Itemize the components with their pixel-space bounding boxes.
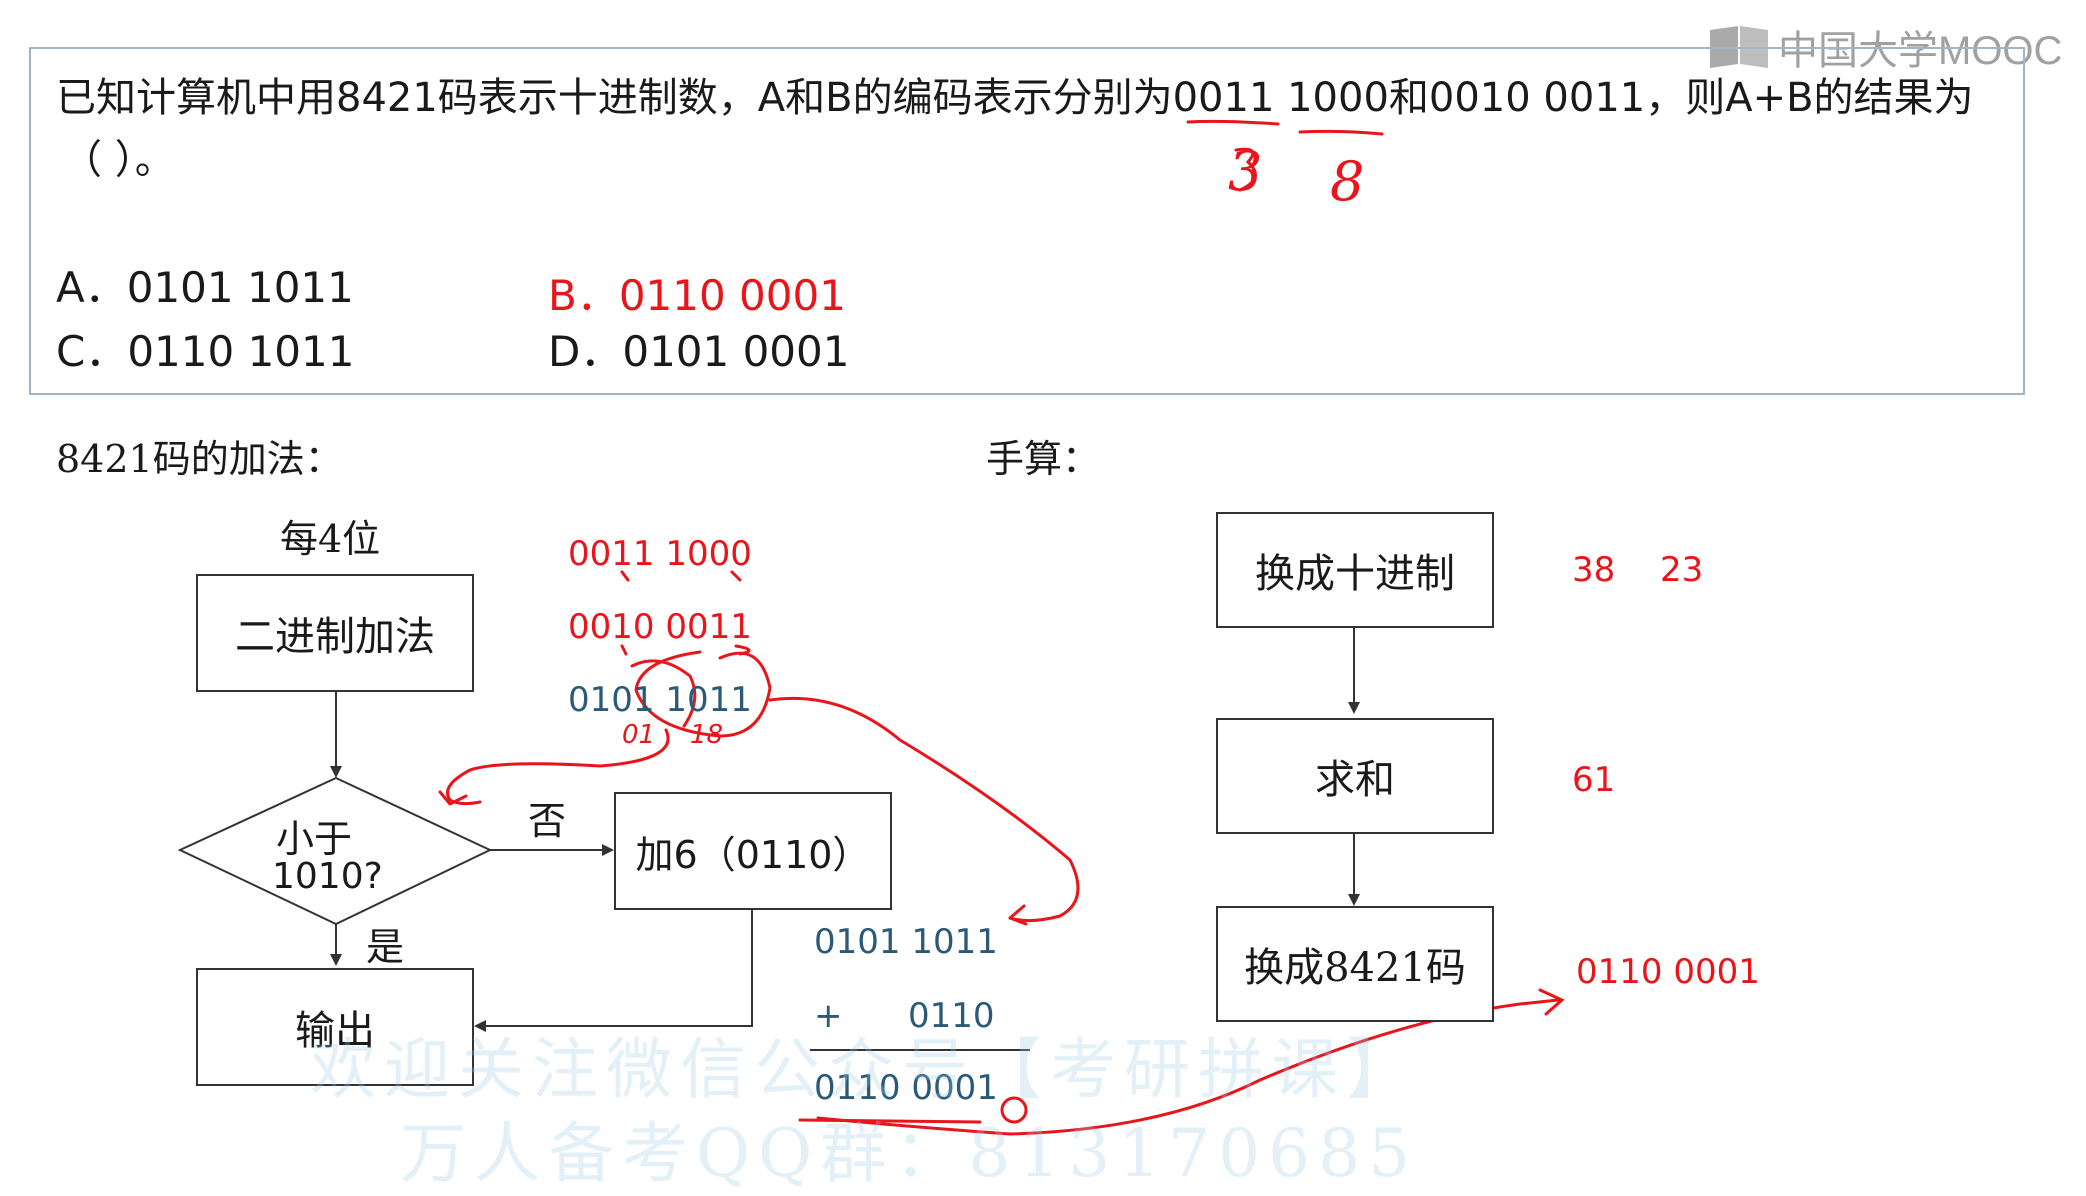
calc-b: 0010 0011 [568, 607, 752, 647]
yes-label: 是 [366, 925, 405, 969]
decision-line-2: 1010? [272, 856, 383, 897]
decision-line-1: 小于 [276, 817, 353, 861]
value-result-8421: 0110 0001 [1576, 952, 1760, 992]
calc-sum-copy: 0101 1011 [814, 922, 998, 962]
watermark-line-2: 万人备考QQ群：813170685 [400, 1115, 1419, 1192]
calc-note-right: 18 [690, 720, 724, 750]
to-8421-box: 换成8421码 [1216, 906, 1494, 1022]
no-label: 否 [528, 799, 567, 843]
sum-box: 求和 [1216, 718, 1494, 834]
watermark-line-1: 欢迎关注微信公众号【考研拼课】 [310, 1031, 1420, 1108]
calc-sum: 0101 1011 [568, 680, 752, 720]
value-b-decimal: 23 [1660, 550, 1704, 590]
calc-a: 0011 1000 [568, 534, 752, 574]
calc-note-left: 01 [622, 720, 656, 750]
to-decimal-box: 换成十进制 [1216, 512, 1494, 628]
add6-box: 加6（0110） [614, 792, 892, 910]
value-sum-decimal: 61 [1572, 760, 1616, 800]
value-a-decimal: 38 [1572, 550, 1616, 590]
